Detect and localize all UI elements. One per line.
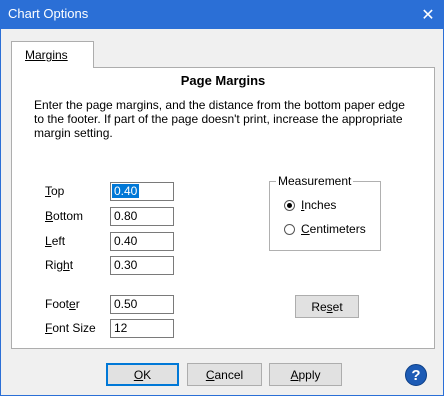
reset-button[interactable]: Re s et <box>295 295 359 318</box>
top-margin-input[interactable]: 0.40 <box>110 182 174 201</box>
radio-unselected-icon <box>284 223 295 235</box>
page-margins-heading: Page Margins <box>180 73 266 88</box>
right-margin-input[interactable]: 0.30 <box>110 256 174 275</box>
centimeters-radio[interactable]: Centimeters <box>284 222 366 236</box>
font-size-input[interactable]: 12 <box>110 319 174 338</box>
centimeters-label: Centimeters <box>301 222 366 236</box>
footer-input[interactable]: 0.50 <box>110 295 174 314</box>
help-icon[interactable]: ? <box>405 364 427 386</box>
tab-margins-label: Margins <box>25 48 68 62</box>
top-label: Top <box>45 184 65 198</box>
footer-label: Footer <box>45 297 80 311</box>
tab-margins[interactable]: Margins <box>11 41 94 68</box>
apply-button[interactable]: Apply <box>269 363 342 386</box>
radio-selected-icon <box>284 199 295 211</box>
window-title: Chart Options <box>8 6 89 21</box>
left-margin-input[interactable]: 0.40 <box>110 232 174 251</box>
bottom-margin-input[interactable]: 0.80 <box>110 207 174 226</box>
inches-radio[interactable]: Inches <box>284 198 336 212</box>
inches-label: Inches <box>301 198 337 212</box>
instructions-text: Enter the page margins, and the distance… <box>34 98 405 140</box>
margins-panel: Page Margins Enter the page margins, and… <box>11 67 435 349</box>
right-label: Right <box>45 258 74 272</box>
font-size-label: Font Size <box>45 321 96 335</box>
bottom-label: Bottom <box>45 209 84 223</box>
cancel-button[interactable]: Cancel <box>187 363 262 386</box>
measurement-legend: Measurement <box>276 174 354 188</box>
dialog-body: Margins Page Margins Enter the page marg… <box>0 29 444 396</box>
close-icon[interactable]: ✕ <box>412 0 444 29</box>
title-bar: Chart Options ✕ <box>0 0 444 29</box>
left-label: Left <box>45 234 66 248</box>
ok-button[interactable]: OK <box>106 363 179 386</box>
measurement-group: Measurement Inches Centimeters <box>269 174 381 251</box>
